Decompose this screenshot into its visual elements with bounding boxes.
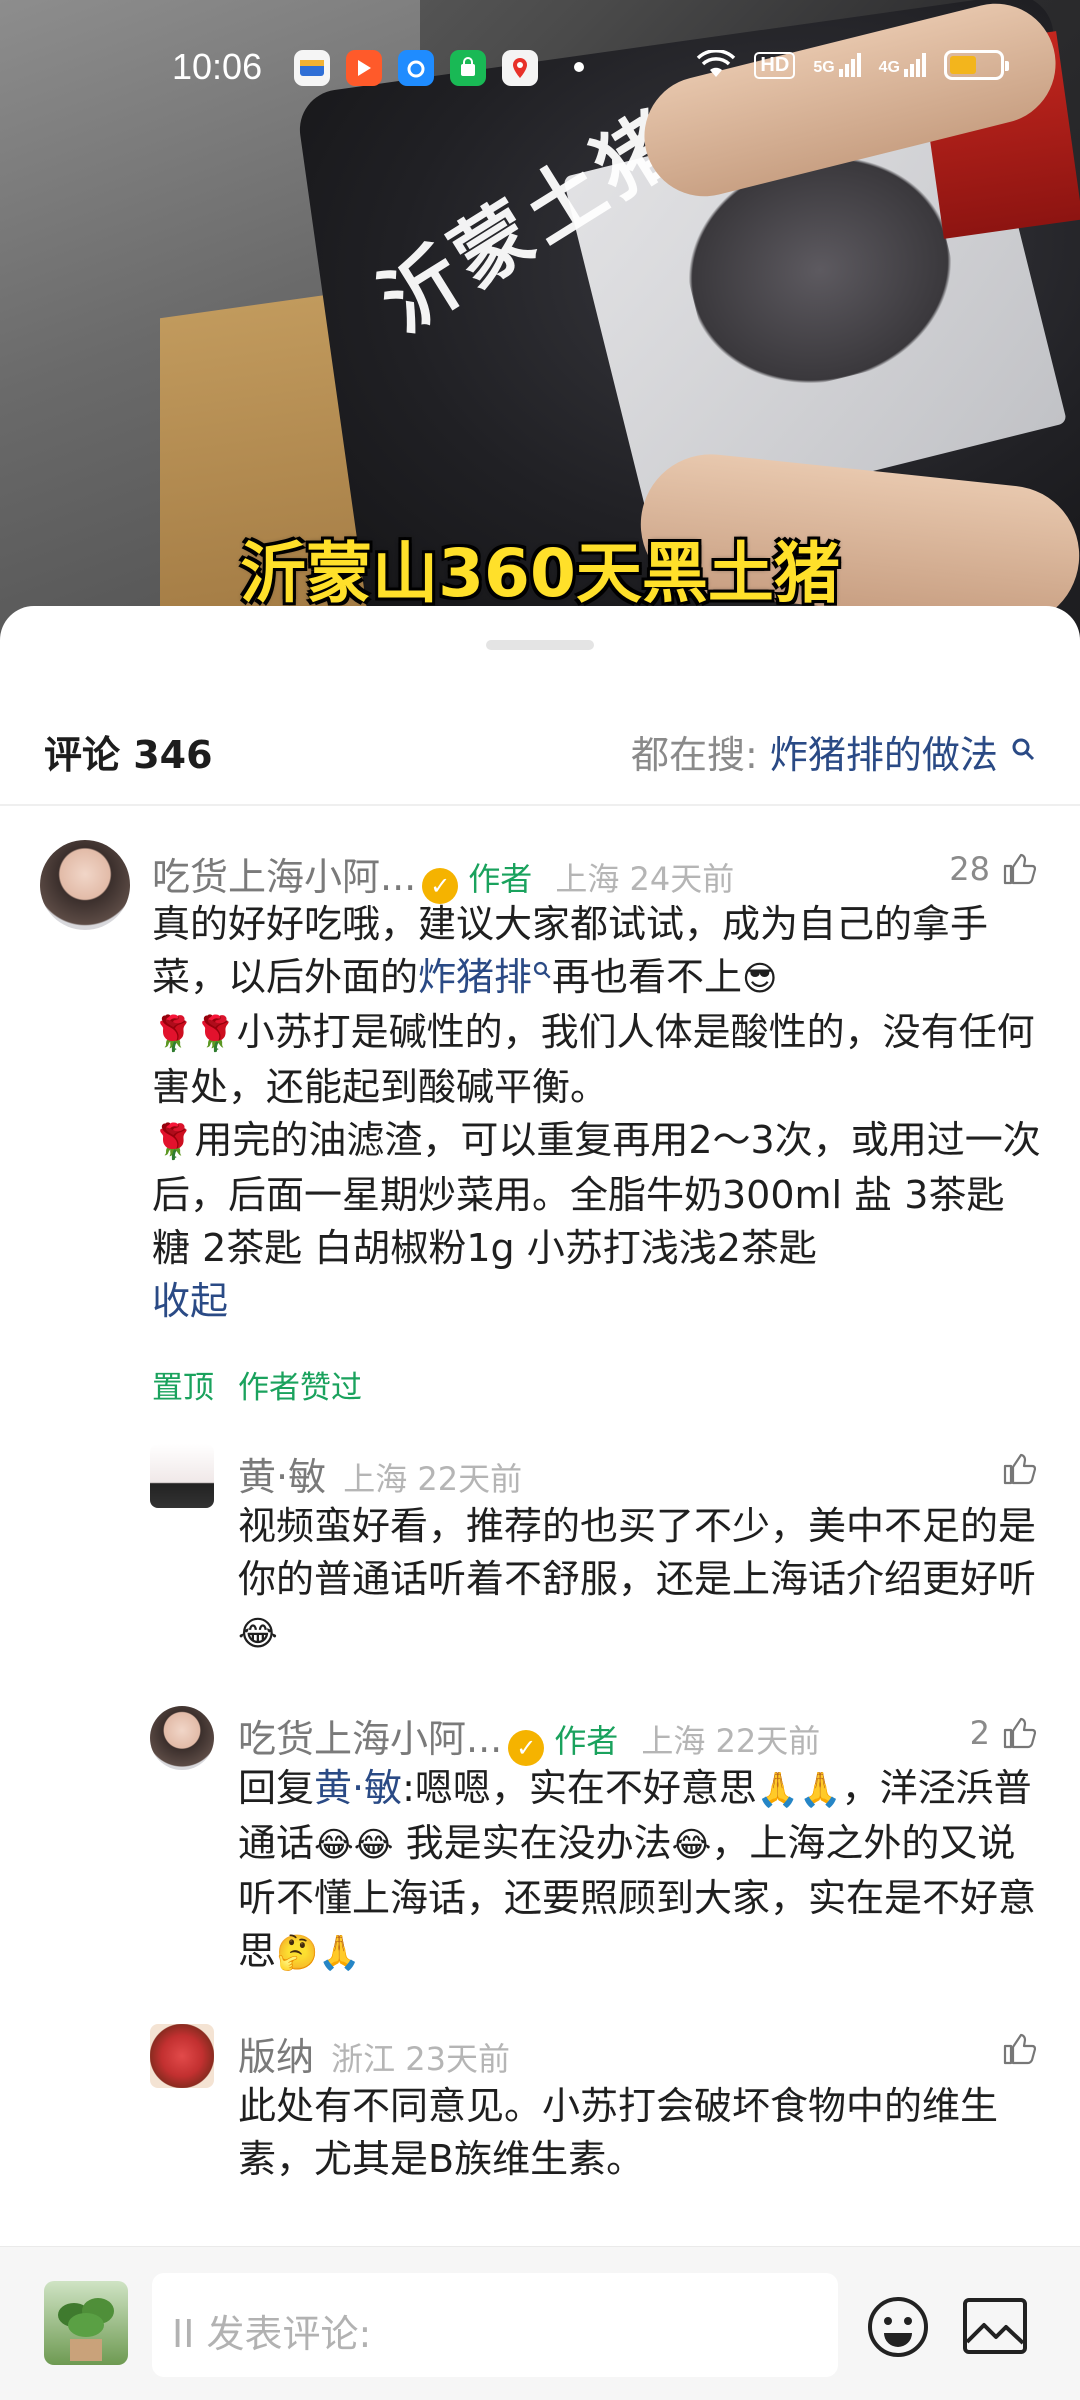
commenter-avatar[interactable]	[150, 2024, 214, 2088]
map-app-icon	[502, 50, 538, 86]
video-subtitle: 沂蒙山360天黑土猪	[240, 535, 840, 612]
comment-count: 评论 346	[44, 733, 213, 777]
trending-search-prefix: 都在搜:	[631, 733, 770, 777]
my-avatar[interactable]	[44, 2281, 128, 2365]
comment-meta: 上海 22天前	[343, 1460, 523, 1498]
pinned-tag: 置顶	[152, 1370, 214, 1406]
commenter-name[interactable]: 吃货上海小阿...	[238, 1717, 502, 1761]
commenter-name[interactable]: 版纳	[238, 2035, 314, 2079]
emoji-icon	[868, 2297, 928, 2357]
laughing-crying-emoji-icon: 😂	[671, 1825, 712, 1865]
battery-fill	[950, 56, 977, 74]
status-indicators: HD 5G 4G	[696, 50, 1009, 80]
sheet-drag-handle[interactable]	[486, 640, 594, 650]
author-tag: 作者	[468, 860, 533, 898]
author-liked-tag: 作者赞过	[238, 1370, 362, 1406]
thumbs-up-icon	[1003, 1453, 1036, 1485]
image-icon	[963, 2298, 1027, 2354]
like-button[interactable]	[1002, 1452, 1036, 1486]
like-button[interactable]: 28	[949, 850, 1036, 888]
comment-text: 用完的油滤渣，可以重复再用2～3次，或用过一次后，后面一星期炒菜用。全脂牛奶30…	[152, 1118, 1041, 1270]
commenter-avatar[interactable]	[150, 1706, 214, 1770]
video-player[interactable]: 沂蒙土猪 沂蒙山360天黑土猪 10:06 HD 5G 4G	[0, 0, 1080, 640]
comment-item: 吃货上海小阿... ✓ 作者 上海 24天前 28 真的好好吃哦，建议大家都试试，成…	[0, 840, 1080, 1430]
commenter-avatar[interactable]	[40, 840, 130, 930]
like-button[interactable]: 2	[970, 1714, 1036, 1752]
like-count: 2	[969, 1714, 990, 1752]
signal-4g-icon: 4G	[879, 53, 926, 77]
notification-icons	[294, 50, 538, 86]
wifi-icon	[697, 50, 736, 77]
commenter-name[interactable]: 黄·敏	[238, 1455, 326, 1499]
thinking-emoji-icon: 🤔🙏	[276, 1933, 361, 1973]
commenter-avatar[interactable]	[150, 1444, 214, 1508]
cloud-app-icon	[398, 50, 434, 86]
reply-prefix: 回复	[238, 1766, 315, 1810]
comment-text: 再也看不上	[552, 955, 743, 999]
status-time: 10:06	[172, 46, 263, 87]
rose-emoji-icon: 🌹	[152, 1122, 195, 1162]
search-icon	[1012, 738, 1035, 761]
like-button[interactable]	[1002, 2032, 1036, 2066]
video-app-icon	[346, 50, 382, 86]
wallet-app-icon	[294, 50, 330, 86]
laughing-crying-emoji-icon: 😂😂	[314, 1825, 394, 1865]
comment-header: 吃货上海小阿... ✓ 作者 上海 24天前	[152, 846, 734, 904]
like-count: 28	[949, 850, 990, 888]
comment-list[interactable]: 吃货上海小阿... ✓ 作者 上海 24天前 28 真的好好吃哦，建议大家都试试，成…	[0, 806, 1080, 2216]
sunglasses-emoji-icon: 😎	[742, 959, 778, 999]
comment-input[interactable]: II 发表评论:	[152, 2273, 838, 2377]
comment-header: 版纳 浙江 23天前	[238, 2026, 510, 2081]
comment-body: 真的好好吃哦，建议大家都试试，成为自己的拿手菜，以后外面的炸猪排 再也看不上😎 🌹…	[152, 898, 1042, 1328]
comment-header: 吃货上海小阿... ✓ 作者 上海 22天前	[238, 1708, 820, 1766]
comment-composer-bar: II 发表评论:	[0, 2246, 1080, 2400]
battery-icon	[944, 50, 1009, 80]
comments-header: 评论 346 都在搜: 炸猪排的做法	[0, 706, 1080, 806]
trending-search[interactable]: 都在搜: 炸猪排的做法	[631, 724, 1036, 779]
image-button[interactable]	[962, 2297, 1028, 2359]
comment-body: 视频蛮好看，推荐的也买了不少，美中不足的是你的普通话听着不舒服，还是上海话介绍更…	[238, 1500, 1042, 1661]
search-icon	[533, 961, 551, 979]
hd-indicator: HD	[754, 51, 796, 79]
thumbs-up-icon	[1003, 2033, 1036, 2065]
reply-item: 吃货上海小阿... ✓ 作者 上海 22天前 2 回复黄·敏:嗯嗯，实在不好意思🙏🙏…	[0, 1706, 1080, 2006]
comment-meta: 上海 22天前	[641, 1722, 821, 1760]
comment-text: 我是实在没办法	[393, 1821, 672, 1865]
more-notifications-dot	[574, 62, 584, 72]
thumbs-up-icon	[1003, 1717, 1036, 1749]
reply-to-user[interactable]: 黄·敏	[314, 1766, 402, 1810]
laughing-crying-emoji-icon: 😂	[238, 1614, 278, 1654]
commenter-name[interactable]: 吃货上海小阿...	[152, 855, 416, 899]
praying-hands-emoji-icon: 🙏🙏	[756, 1770, 842, 1810]
comment-meta: 上海 24天前	[555, 860, 735, 898]
signal-5g-icon: 5G	[813, 53, 861, 77]
shopping-app-icon	[450, 50, 486, 86]
reply-item: 黄·敏 上海 22天前 视频蛮好看，推荐的也买了不少，美中不足的是你的普通话听着…	[0, 1444, 1080, 1684]
keyword-link[interactable]: 炸猪排	[418, 955, 552, 999]
comment-text: :嗯嗯，实在不好意思	[402, 1766, 757, 1810]
verified-badge-icon: ✓	[508, 1730, 545, 1766]
thumbs-up-icon	[1003, 853, 1036, 885]
comment-tags: 置顶 作者赞过	[152, 1362, 386, 1407]
emoji-button[interactable]	[866, 2295, 930, 2363]
comment-body: 此处有不同意见。小苏打会破坏食物中的维生素，尤其是B族维生素。	[238, 2084, 999, 2181]
rose-emoji-icon: 🌹🌹	[152, 1014, 237, 1054]
comment-body: 回复黄·敏:嗯嗯，实在不好意思🙏🙏，洋泾浜普通话😂😂 我是实在没办法😂，上海之外…	[238, 1762, 1042, 1980]
reply-item: 版纳 浙江 23天前 此处有不同意见。小苏打会破坏食物中的维生素，尤其是B族维生…	[0, 2024, 1080, 2194]
status-bar: 10:06 HD 5G 4G	[0, 0, 1080, 136]
comment-header: 黄·敏 上海 22天前	[238, 1446, 522, 1501]
collapse-link[interactable]: 收起	[152, 1279, 228, 1323]
comment-text: 小苏打是碱性的，我们人体是酸性的，没有任何害处，还能起到酸碱平衡。	[152, 1010, 1035, 1109]
comments-sheet: 评论 346 都在搜: 炸猪排的做法 吃货上海小阿... ✓ 作者 上海 24天前 …	[0, 606, 1080, 2400]
trending-search-keyword[interactable]: 炸猪排的做法	[770, 733, 998, 777]
comment-text: 视频蛮好看，推荐的也买了不少，美中不足的是你的普通话听着不舒服，还是上海话介绍更…	[238, 1504, 1037, 1601]
comment-meta: 浙江 23天前	[331, 2040, 511, 2078]
author-tag: 作者	[554, 1722, 619, 1760]
